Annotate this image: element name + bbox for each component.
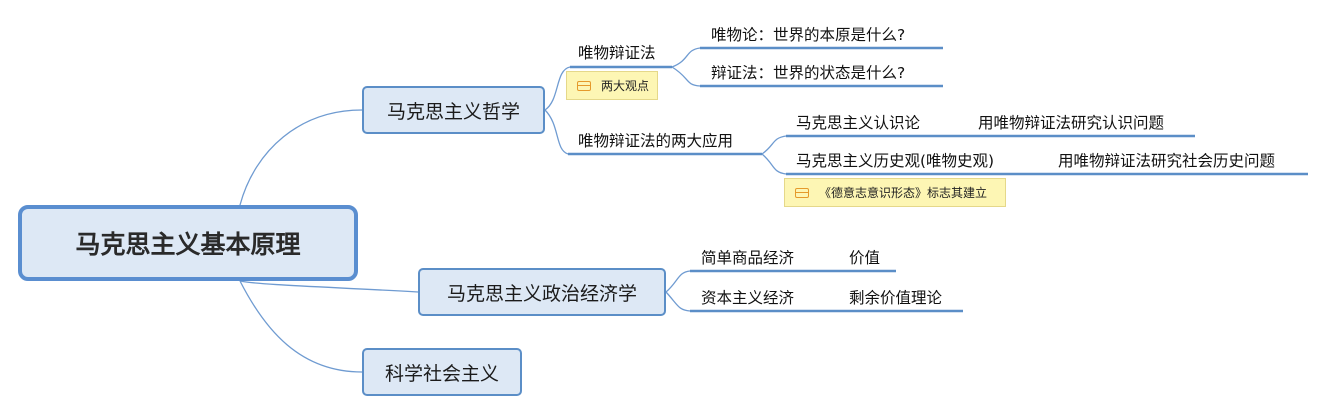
note-icon xyxy=(577,80,591,91)
applications-topic[interactable]: 唯物辩证法的两大应用 xyxy=(578,129,733,151)
epistemology-topic[interactable]: 马克思主义认识论 xyxy=(796,111,920,133)
note-icon xyxy=(795,187,809,198)
capitalist-economy-topic[interactable]: 资本主义经济 xyxy=(701,286,794,308)
note-text: 《德意志意识形态》标志其建立 xyxy=(819,186,988,200)
philosophy-node[interactable]: 马克思主义哲学 xyxy=(362,86,545,134)
materialist-dialectics-topic[interactable]: 唯物辩证法 xyxy=(578,41,656,63)
scientific-socialism-node[interactable]: 科学社会主义 xyxy=(362,348,522,396)
surplus-value-topic[interactable]: 剩余价值理论 xyxy=(849,286,942,308)
political-economy-node[interactable]: 马克思主义政治经济学 xyxy=(418,268,666,316)
note-text: 两大观点 xyxy=(601,79,650,93)
epistemology-detail[interactable]: 用唯物辩证法研究认识问题 xyxy=(978,111,1164,133)
materialism-topic[interactable]: 唯物论：世界的本原是什么? xyxy=(711,23,905,45)
note-german-ideology[interactable]: 《德意志意识形态》标志其建立 xyxy=(784,178,1006,207)
historical-materialism-topic[interactable]: 马克思主义历史观(唯物史观) xyxy=(796,149,994,171)
root-node[interactable]: 马克思主义基本原理 xyxy=(18,205,358,281)
value-topic[interactable]: 价值 xyxy=(849,246,880,268)
simple-commodity-topic[interactable]: 简单商品经济 xyxy=(701,246,794,268)
history-detail[interactable]: 用唯物辩证法研究社会历史问题 xyxy=(1058,149,1275,171)
dialectics-topic[interactable]: 辩证法：世界的状态是什么? xyxy=(711,61,905,83)
note-two-views[interactable]: 两大观点 xyxy=(566,71,658,100)
